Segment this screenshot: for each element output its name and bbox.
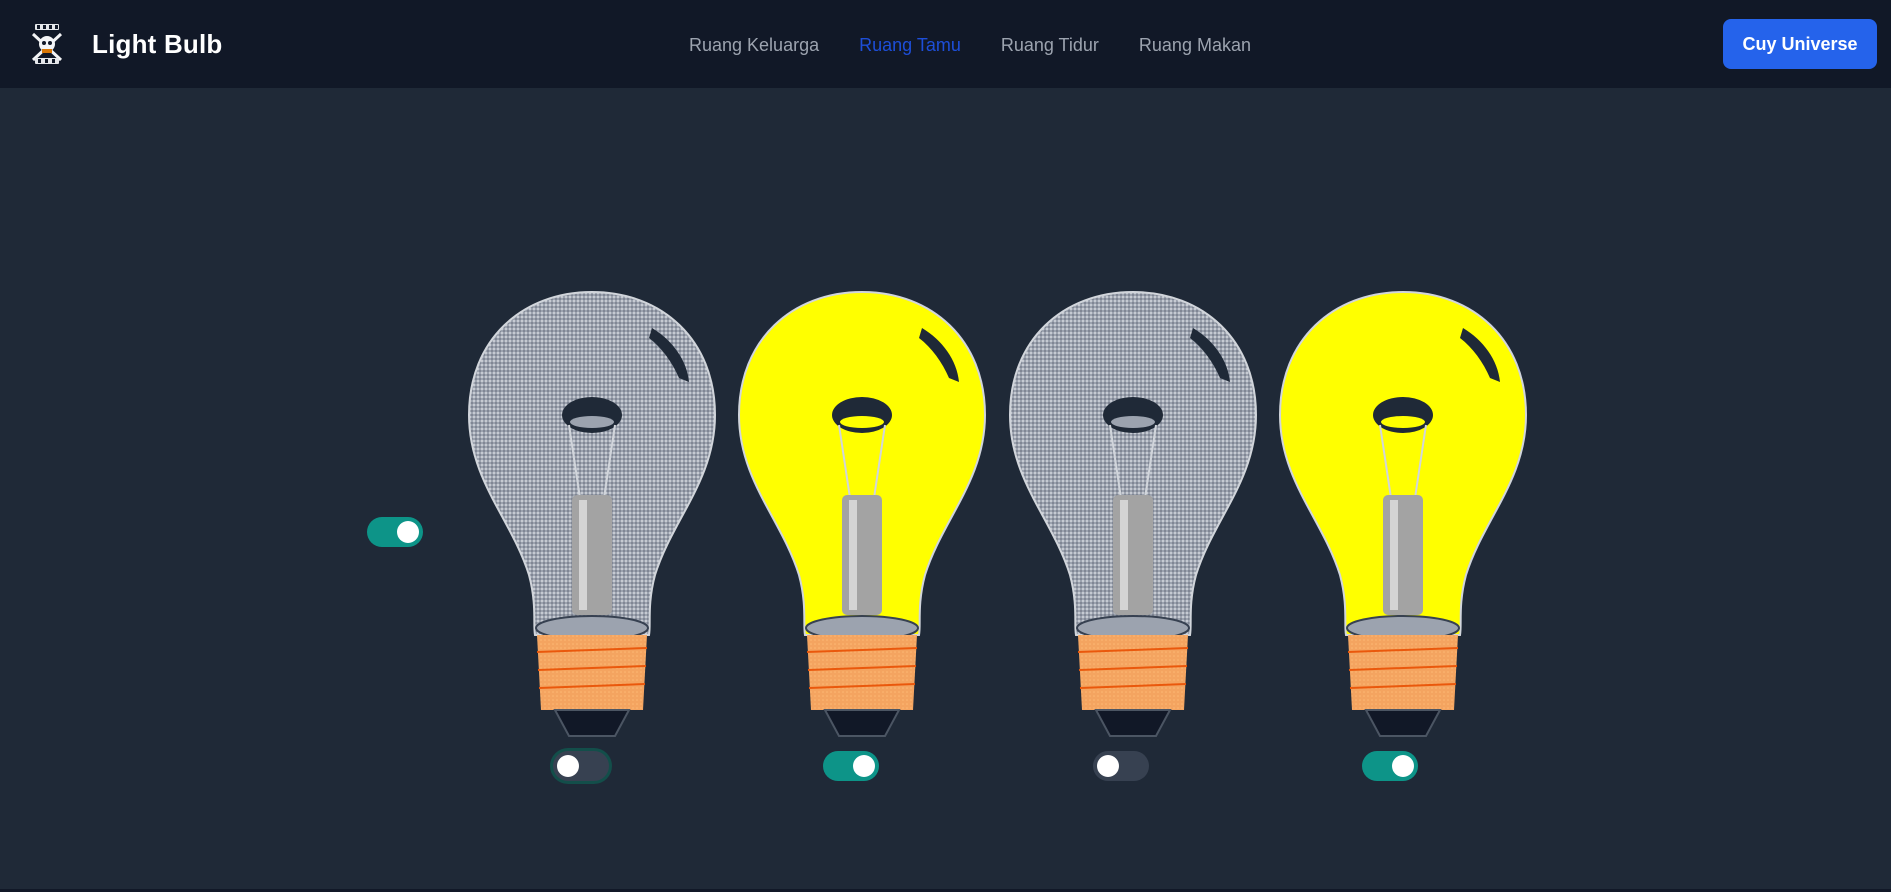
toggle-knob — [1392, 755, 1414, 777]
bulb-toggle-3[interactable] — [1093, 751, 1149, 781]
unlit-bulb-icon — [467, 290, 717, 737]
nav-item-ruang-tidur[interactable]: Ruang Tidur — [1001, 30, 1099, 60]
lit-bulb-icon — [1278, 290, 1528, 737]
bulb-toggle-2[interactable] — [823, 751, 879, 781]
cuy-universe-button[interactable]: Cuy Universe — [1723, 19, 1877, 69]
bulb-toggle-1[interactable] — [553, 751, 609, 781]
nav-links: Ruang Keluarga Ruang Tamu Ruang Tidur Ru… — [689, 30, 1291, 60]
nav-item-ruang-keluarga[interactable]: Ruang Keluarga — [689, 30, 819, 60]
brand-title: Light Bulb — [92, 28, 223, 59]
toggle-knob — [1097, 755, 1119, 777]
nav-item-ruang-makan[interactable]: Ruang Makan — [1139, 30, 1251, 60]
master-toggle[interactable] — [367, 517, 423, 547]
unlit-bulb-icon — [1008, 290, 1258, 737]
lit-bulb-icon — [737, 290, 987, 737]
skull-crossbones-logo-icon — [29, 22, 65, 66]
brand[interactable]: Light Bulb — [29, 20, 223, 68]
nav-item-ruang-tamu[interactable]: Ruang Tamu — [859, 30, 961, 60]
toggle-knob — [557, 755, 579, 777]
toggle-knob — [397, 521, 419, 543]
toggle-knob — [853, 755, 875, 777]
bulb-toggle-4[interactable] — [1362, 751, 1418, 781]
navbar: Light Bulb Ruang Keluarga Ruang Tamu Rua… — [0, 0, 1891, 88]
